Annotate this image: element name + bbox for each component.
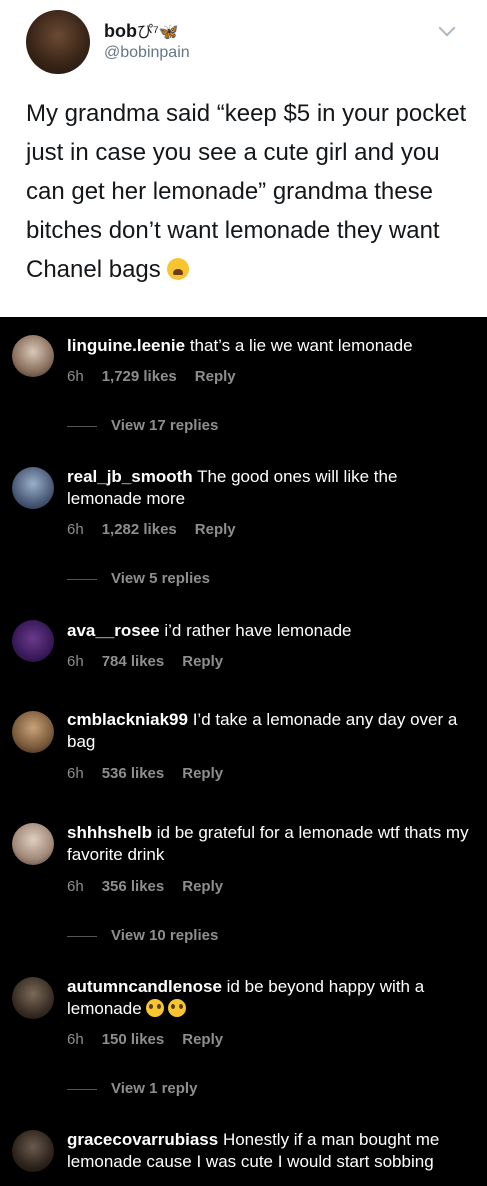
comment-username[interactable]: linguine.leenie [67,336,185,355]
comment-username[interactable]: ava__rosee [67,621,160,640]
tweet-card: bobぴ⁷🦋 @bobinpain My grandma said “keep … [0,0,487,317]
reply-button[interactable]: Reply [182,653,223,670]
comment-text: real_jb_smooth The good ones will like t… [67,467,398,508]
comment-time: 6h [67,653,84,670]
comment-username[interactable]: gracecovarrubiass [67,1130,218,1149]
comment-text: gracecovarrubiass Honestly if a man boug… [67,1130,440,1171]
comment-username[interactable]: autumncandlenose [67,977,222,996]
comment-meta: 6h 536 likes Reply [67,765,241,782]
likes-count[interactable]: 536 likes [102,765,165,782]
comment-text: shhhshelb id be grateful for a lemonade … [67,823,469,864]
reply-button[interactable]: Reply [182,765,223,782]
pleading-face-icon [145,999,164,1017]
comment-meta: 6h 356 likes Reply [67,878,241,895]
display-name-suffix: ぴ⁷🦋 [137,24,179,41]
likes-count[interactable]: 150 likes [102,1031,165,1048]
likes-count[interactable]: 1,729 likes [102,368,177,385]
comment-time: 6h [67,521,84,538]
comments-section: linguine.leenie that’s a lie we want lem… [0,317,487,1186]
view-replies-button[interactable]: View 17 replies [67,417,218,434]
reply-button[interactable]: Reply [195,521,236,538]
avatar[interactable] [12,711,54,753]
comment-username[interactable]: real_jb_smooth [67,467,193,486]
comment-username[interactable]: shhhshelb [67,823,152,842]
comment-time: 6h [67,765,84,782]
chevron-down-icon[interactable] [438,19,456,37]
comment-time: 6h [67,1031,84,1048]
tweet-text: My grandma said “keep $5 in your pocket … [26,100,467,283]
comment-meta: 6h 1,729 likes Reply [67,368,254,385]
view-replies-button[interactable]: View 1 reply [67,1080,197,1097]
comment-text: ava__rosee i’d rather have lemonade [67,621,352,640]
likes-count[interactable]: 784 likes [102,653,165,670]
reply-button[interactable]: Reply [182,1031,223,1048]
avatar[interactable] [12,977,54,1019]
view-replies-button[interactable]: View 5 replies [67,570,210,587]
comment-meta: 6h 1,282 likes Reply [67,521,254,538]
likes-count[interactable]: 1,282 likes [102,521,177,538]
avatar[interactable] [12,335,54,377]
comment-text: linguine.leenie that’s a lie we want lem… [67,336,413,355]
likes-count[interactable]: 356 likes [102,878,165,895]
pleading-face-icon [167,999,186,1017]
comment-text: autumncandlenose id be beyond happy with… [67,977,425,1018]
handle[interactable]: @bobinpain [104,44,190,62]
view-replies-button[interactable]: View 10 replies [67,927,218,944]
comment-username[interactable]: cmblackniak99 [67,710,188,729]
comment-time: 6h [67,878,84,895]
avatar[interactable] [12,1130,54,1172]
comment-time: 6h [67,368,84,385]
comment-meta: 6h 150 likes Reply [67,1031,241,1048]
comment-text: cmblackniak99 I’d take a lemonade any da… [67,710,458,751]
display-name[interactable]: bobぴ⁷🦋 [104,18,179,42]
avatar[interactable] [12,620,54,662]
comment-meta: 6h 784 likes Reply [67,653,241,670]
reply-button[interactable]: Reply [182,878,223,895]
avatar[interactable] [12,823,54,865]
reply-button[interactable]: Reply [195,368,236,385]
avatar[interactable] [12,467,54,509]
weary-face-icon [166,258,189,280]
avatar[interactable] [26,10,90,74]
